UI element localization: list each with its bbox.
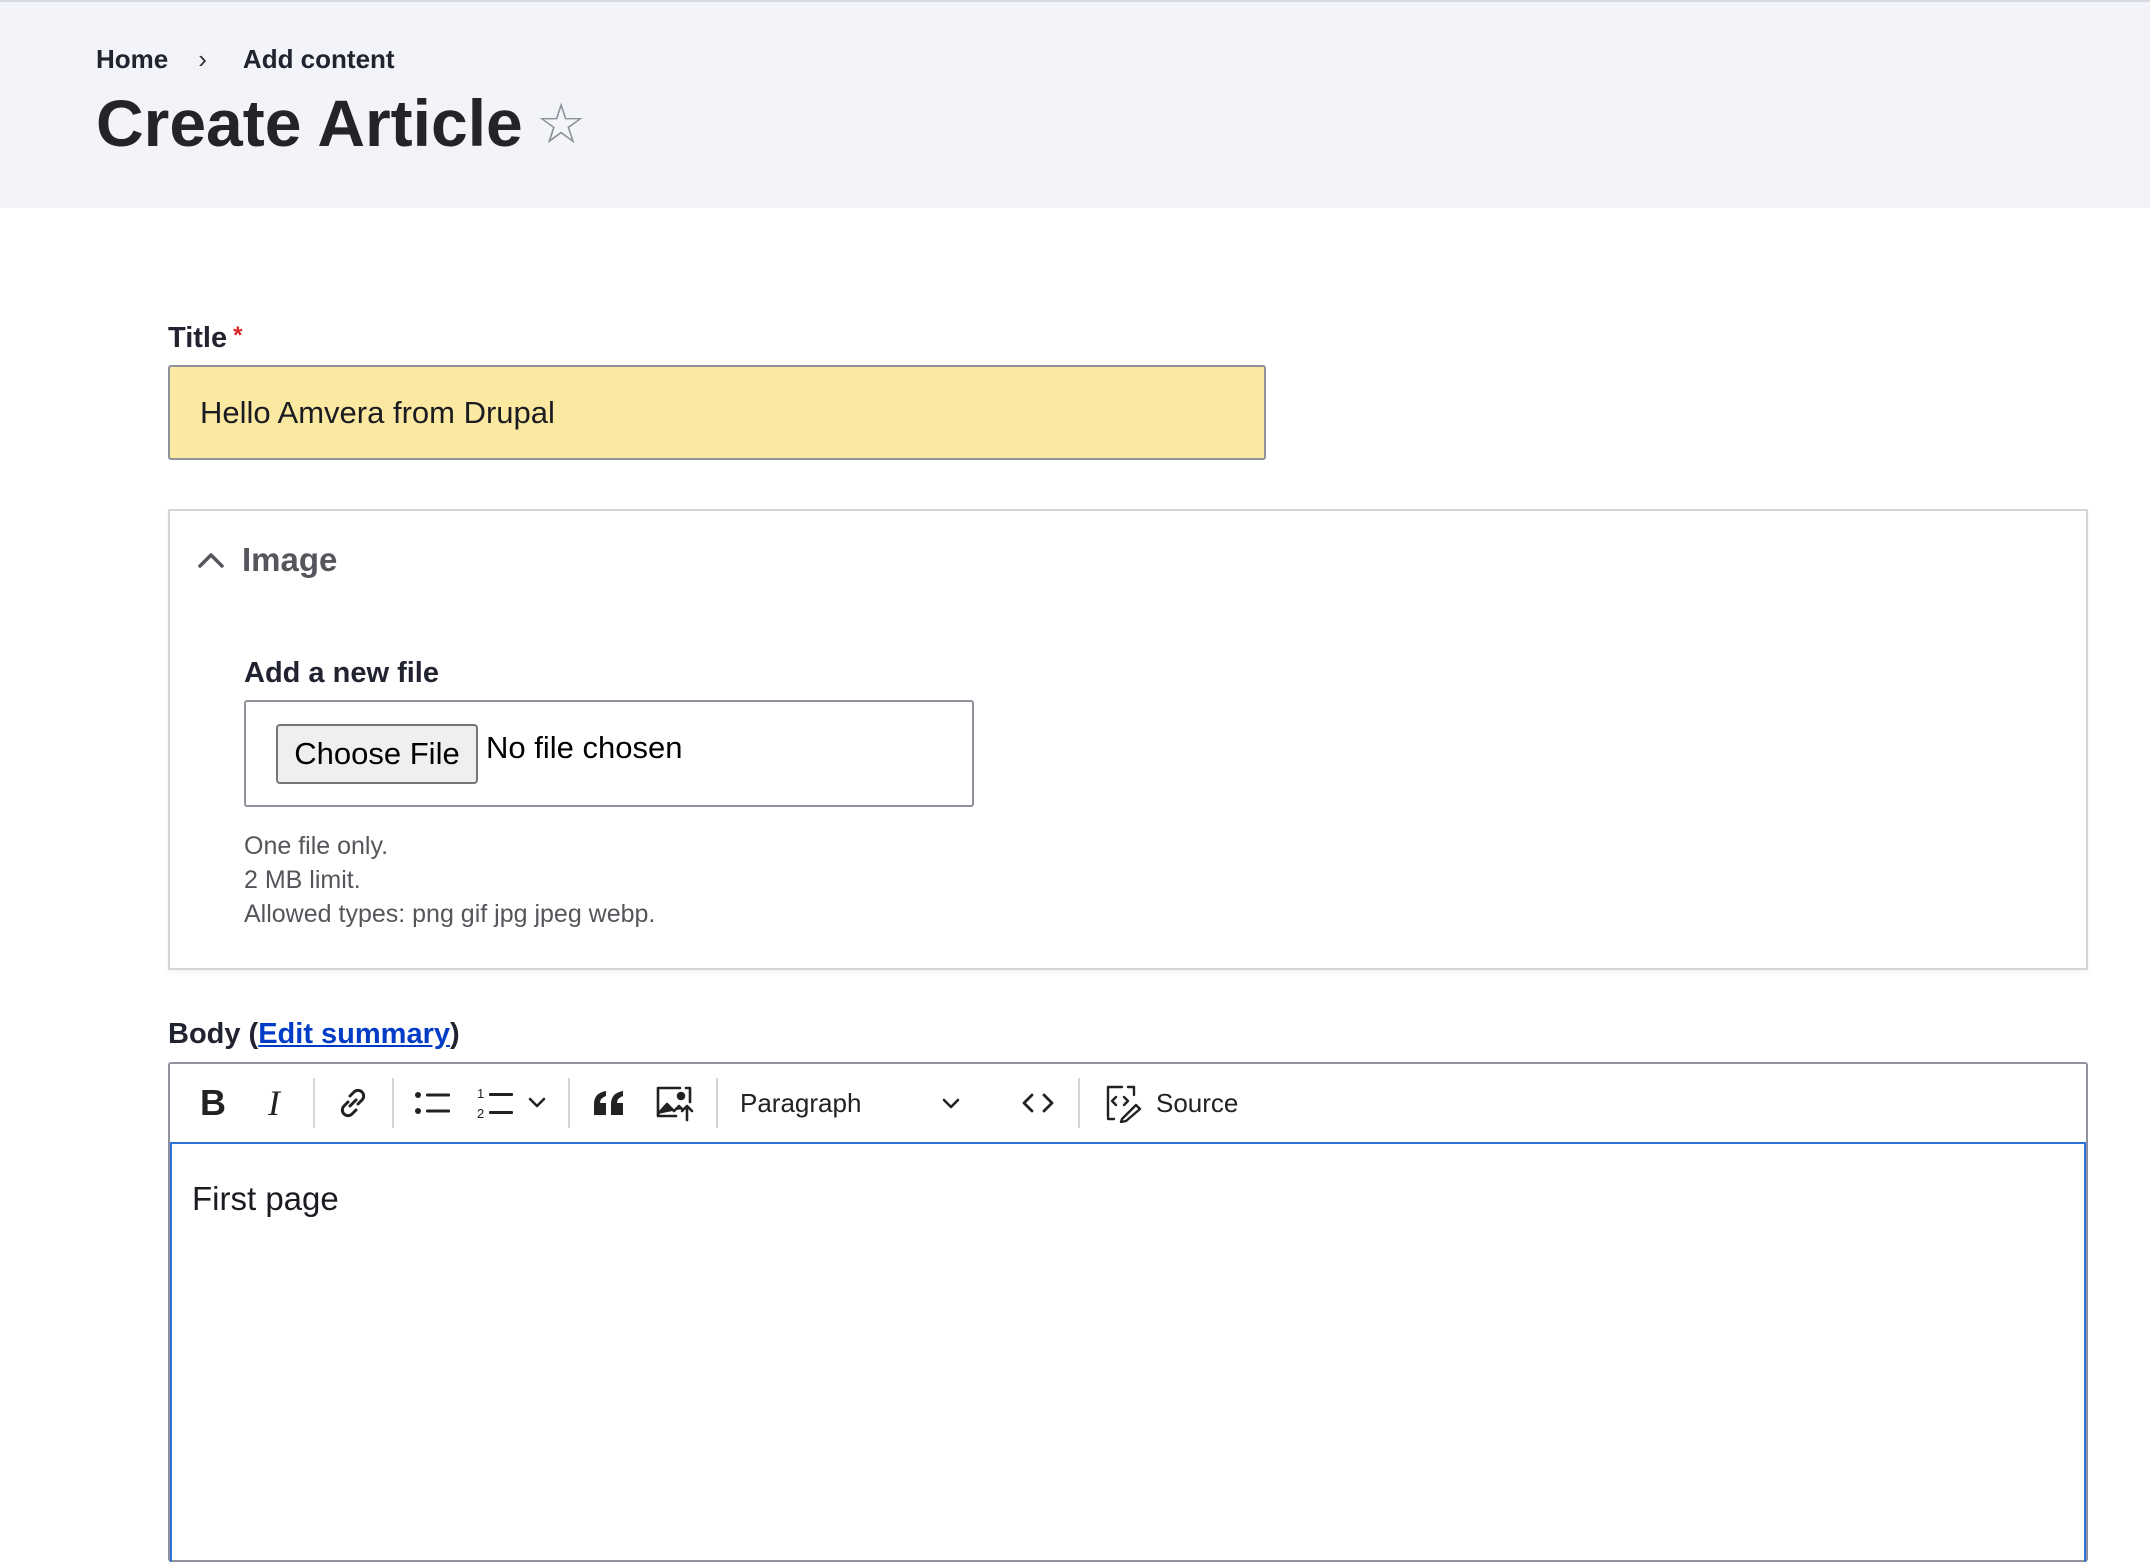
code-block-button[interactable] [1014, 1076, 1062, 1130]
toolbar-separator [716, 1078, 718, 1128]
image-fieldset: Image Add a new file Choose File No file… [168, 509, 2088, 970]
body-field-label: Body (Edit summary) [168, 1018, 460, 1051]
image-panel-title: Image [242, 541, 338, 578]
source-edit-icon [1106, 1085, 1142, 1123]
chevron-down-icon [528, 1097, 546, 1108]
svg-text:I: I [267, 1087, 282, 1119]
bold-button[interactable]: B [190, 1076, 236, 1130]
toolbar-separator [313, 1078, 315, 1128]
link-icon [340, 1088, 366, 1118]
source-button[interactable]: Source [1102, 1076, 1252, 1130]
file-status-text: No file chosen [486, 730, 683, 765]
italic-button[interactable]: I [252, 1076, 296, 1130]
breadcrumb-home-link[interactable]: Home [96, 44, 168, 75]
bulleted-list-icon [415, 1092, 450, 1114]
breadcrumb-add-content-link[interactable]: Add content [243, 44, 395, 75]
bulleted-list-button[interactable] [408, 1076, 458, 1130]
numbered-list-button[interactable]: 1 2 [472, 1076, 520, 1130]
body-label-suffix: ) [450, 1018, 460, 1050]
numbered-list-dropdown[interactable] [522, 1076, 552, 1130]
edit-summary-link[interactable]: Edit summary [258, 1018, 450, 1050]
file-help-size: 2 MB limit. [244, 866, 361, 894]
numbered-list-icon: 1 2 [477, 1086, 513, 1121]
page-title: Create Article [96, 86, 523, 160]
chevron-up-icon [198, 553, 224, 568]
svg-text:B: B [200, 1087, 226, 1119]
chevron-down-icon [942, 1098, 960, 1109]
image-upload-icon [656, 1086, 694, 1122]
title-input[interactable] [168, 365, 1266, 460]
format-select-value: Paragraph [740, 1087, 862, 1118]
choose-file-button[interactable]: Choose File [276, 724, 478, 784]
editor-content-area[interactable]: First page [170, 1144, 2086, 1562]
page-header: Home › Add content Create Article ☆ [0, 0, 2150, 208]
link-button[interactable] [330, 1076, 376, 1130]
blockquote-button[interactable] [584, 1076, 634, 1130]
toolbar-separator [1078, 1078, 1080, 1128]
editor-toolbar: B I 1 2 Paragraph Source [170, 1064, 2086, 1144]
svg-text:1: 1 [477, 1086, 484, 1101]
editor-content-text: First page [192, 1180, 339, 1217]
star-icon[interactable]: ☆ [536, 94, 586, 154]
required-marker: * [233, 322, 243, 349]
image-panel-toggle[interactable]: Image [196, 541, 337, 579]
code-block-icon [1022, 1093, 1054, 1113]
title-field-label: Title * [168, 322, 242, 355]
breadcrumb: Home › Add content [96, 44, 395, 74]
file-help-types: Allowed types: png gif jpg jpeg webp. [244, 900, 656, 928]
breadcrumb-separator: › [198, 43, 207, 74]
bold-icon: B [200, 1087, 226, 1119]
toolbar-separator [392, 1078, 394, 1128]
add-new-file-label: Add a new file [244, 657, 439, 689]
toolbar-separator [568, 1078, 570, 1128]
image-upload-button[interactable] [648, 1076, 702, 1130]
file-help-count: One file only. [244, 832, 389, 860]
heading-format-select[interactable]: Paragraph [740, 1076, 990, 1130]
source-button-label: Source [1156, 1087, 1239, 1118]
body-editor: B I 1 2 Paragraph Source First page [168, 1062, 2088, 1562]
file-upload-field: Choose File No file chosen [244, 700, 974, 807]
body-label-prefix: Body ( [168, 1018, 259, 1050]
blockquote-icon [594, 1091, 623, 1115]
italic-icon: I [267, 1087, 282, 1119]
title-label-text: Title [168, 322, 228, 354]
svg-text:2: 2 [477, 1106, 484, 1121]
